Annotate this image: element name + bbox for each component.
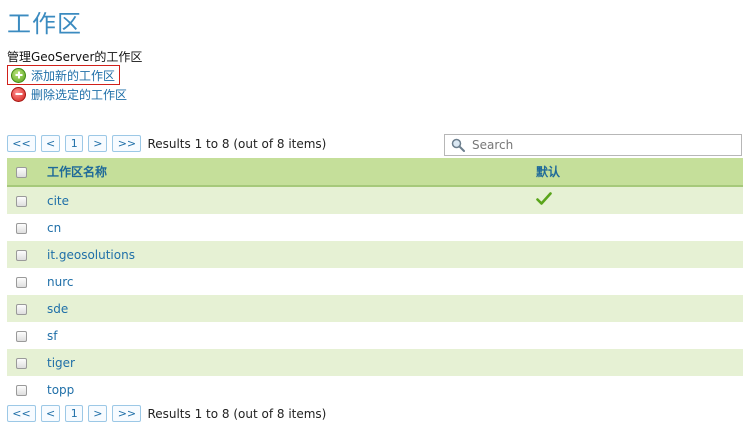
row-checkbox[interactable] — [16, 330, 27, 342]
default-cell — [536, 241, 743, 268]
page-title: 工作区 — [7, 10, 82, 38]
default-cell — [536, 268, 743, 295]
workspace-name-cell: it.geosolutions — [47, 241, 536, 268]
pager-results-info: Results 1 to 8 (out of 8 items) — [147, 406, 327, 421]
plus-circle-icon — [11, 67, 26, 83]
workspace-name-cell: cn — [47, 214, 536, 241]
table-header-row: 工作区名称 默认 — [7, 158, 743, 186]
row-checkbox[interactable] — [16, 276, 27, 288]
workspace-name-cell: sde — [47, 295, 536, 322]
pager-results-info: Results 1 to 8 (out of 8 items) — [147, 136, 327, 151]
column-header-name[interactable]: 工作区名称 — [47, 158, 536, 186]
pager-next-button[interactable]: > — [88, 135, 108, 152]
default-cell — [536, 295, 743, 322]
table-row: nurc — [7, 268, 743, 295]
row-checkbox[interactable] — [16, 222, 27, 234]
workspace-link[interactable]: tiger — [47, 356, 75, 370]
workspace-link[interactable]: sf — [47, 329, 57, 343]
pager-last-button[interactable]: >> — [112, 405, 142, 422]
select-all-checkbox[interactable] — [16, 166, 27, 178]
workspace-name-cell: topp — [47, 376, 536, 403]
default-cell — [536, 349, 743, 376]
checkmark-icon — [536, 192, 552, 209]
row-checkbox[interactable] — [16, 195, 27, 207]
workspace-link[interactable]: cite — [47, 194, 69, 208]
pager-prev-button[interactable]: < — [41, 135, 61, 152]
table-row: sf — [7, 322, 743, 349]
pager-next-button[interactable]: > — [88, 405, 108, 422]
default-cell — [536, 186, 743, 214]
workspaces-table: 工作区名称 默认 cite cn it.geosolutions nurc sd… — [7, 158, 743, 403]
pager-page-1-button[interactable]: 1 — [65, 405, 84, 422]
default-cell — [536, 376, 743, 403]
workspace-link[interactable]: sde — [47, 302, 68, 316]
table-row: tiger — [7, 349, 743, 376]
add-workspace-link[interactable]: 添加新的工作区 — [7, 65, 121, 85]
row-check-cell — [7, 214, 47, 241]
row-check-cell — [7, 295, 47, 322]
row-check-cell — [7, 241, 47, 268]
table-row: cn — [7, 214, 743, 241]
pager-prev-button[interactable]: < — [41, 405, 61, 422]
pager-bottom: << < 1 > >> Results 1 to 8 (out of 8 ite… — [7, 405, 326, 422]
row-check-cell — [7, 349, 47, 376]
pager-last-button[interactable]: >> — [112, 135, 142, 152]
workspace-name-cell: sf — [47, 322, 536, 349]
row-checkbox[interactable] — [16, 357, 27, 369]
row-checkbox[interactable] — [16, 303, 27, 315]
workspace-link[interactable]: topp — [47, 383, 74, 397]
pager-page-1-button[interactable]: 1 — [65, 135, 84, 152]
workspace-name-cell: cite — [47, 186, 536, 214]
minus-circle-icon — [11, 86, 26, 102]
add-workspace-label: 添加新的工作区 — [31, 68, 116, 83]
row-check-cell — [7, 376, 47, 403]
table-row: topp — [7, 376, 743, 403]
workspace-link[interactable]: nurc — [47, 275, 73, 289]
workspace-name-cell: nurc — [47, 268, 536, 295]
table-row: it.geosolutions — [7, 241, 743, 268]
row-checkbox[interactable] — [16, 384, 27, 396]
row-check-cell — [7, 268, 47, 295]
search-box[interactable] — [444, 134, 742, 156]
row-check-cell — [7, 322, 47, 349]
workspace-link[interactable]: it.geosolutions — [47, 248, 135, 262]
workspace-name-cell: tiger — [47, 349, 536, 376]
remove-workspaces-link[interactable]: 删除选定的工作区 — [8, 85, 131, 103]
search-input[interactable] — [470, 137, 734, 153]
row-checkbox[interactable] — [16, 249, 27, 261]
select-all-cell — [7, 158, 47, 186]
default-cell — [536, 214, 743, 241]
page-description: 管理GeoServer的工作区 — [7, 50, 143, 64]
pager-first-button[interactable]: << — [7, 405, 36, 422]
default-cell — [536, 322, 743, 349]
workspace-link[interactable]: cn — [47, 221, 61, 235]
remove-workspaces-label: 删除选定的工作区 — [31, 87, 128, 102]
pager-top: << < 1 > >> Results 1 to 8 (out of 8 ite… — [7, 135, 326, 152]
search-icon — [451, 138, 465, 152]
row-check-cell — [7, 186, 47, 214]
pager-first-button[interactable]: << — [7, 135, 36, 152]
table-row: sde — [7, 295, 743, 322]
table-row: cite — [7, 186, 743, 214]
column-header-default[interactable]: 默认 — [536, 158, 743, 186]
